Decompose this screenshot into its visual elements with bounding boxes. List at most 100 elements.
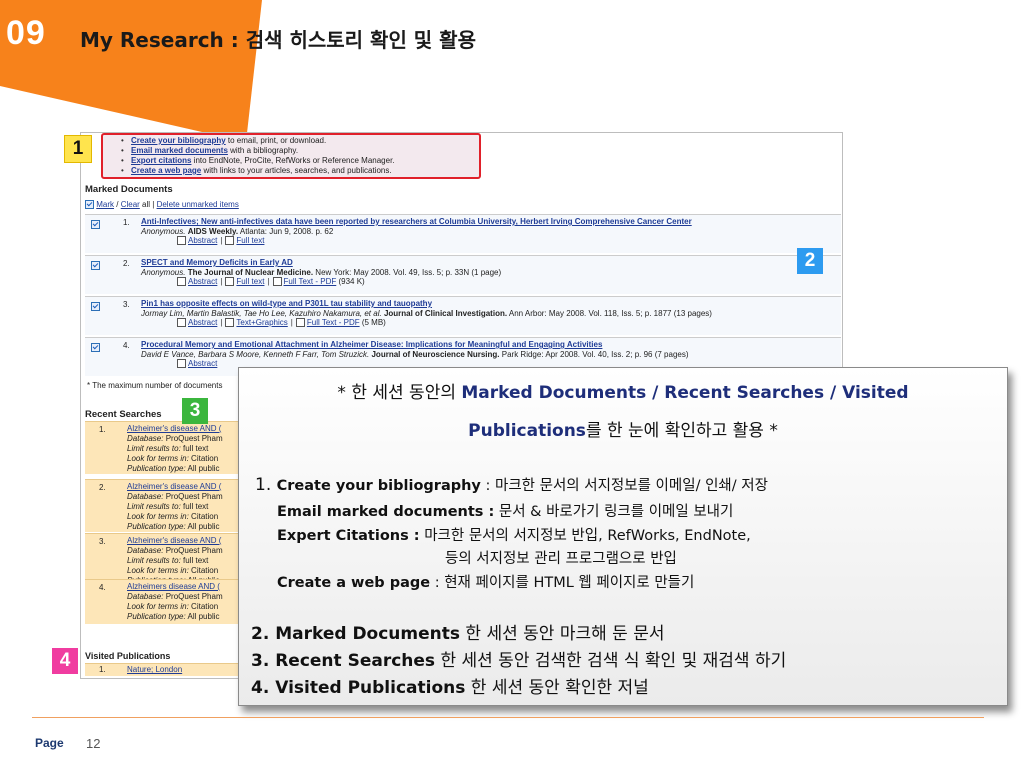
document-details: Ann Arbor: May 2008. Vol. 118, Iss. 5; p…: [507, 309, 712, 318]
label: Look for terms in:: [127, 602, 189, 611]
heading-bold: Publications: [468, 421, 586, 441]
max-documents-note: * The maximum number of documents: [87, 381, 223, 390]
full-text-pdf-link[interactable]: Full Text - PDF: [284, 277, 337, 286]
search-query-link[interactable]: Alzheimer's disease AND (: [127, 536, 221, 545]
full-text-link[interactable]: Full text: [236, 277, 264, 286]
document-journal: AIDS Weekly.: [187, 227, 239, 236]
badge-1: 1: [64, 135, 92, 163]
callout-item-1c: Expert Citations : 마크한 문서의 서지정보 반입, RefW…: [277, 524, 751, 545]
callout-item-1c-cont: 등의 서지정보 관리 프로그램으로 반입: [445, 551, 677, 567]
value: full text: [180, 502, 209, 511]
full-text-pdf-link[interactable]: Full Text - PDF: [307, 318, 360, 327]
document-title-link[interactable]: Pin1 has opposite effects on wild-type a…: [141, 299, 432, 308]
document-title-link[interactable]: Anti-Infectives; New anti-infectives dat…: [141, 217, 692, 226]
item-key: 3. Recent Searches: [251, 651, 436, 671]
abstract-link[interactable]: Abstract: [188, 277, 217, 286]
search-database: Database: ProQuest Pham: [127, 434, 223, 443]
value: ProQuest Pham: [163, 434, 223, 443]
abstract-link[interactable]: Abstract: [188, 359, 217, 368]
document-checkbox[interactable]: [91, 302, 100, 311]
callout-heading-line2: Publications를 한 눈에 확인하고 활용 *: [239, 416, 1007, 441]
visited-publication-link[interactable]: Nature; London: [127, 665, 182, 674]
label: Look for terms in:: [127, 566, 189, 575]
callout-item-1b: Email marked documents : 문서 & 바로가기 링크를 이…: [277, 500, 733, 521]
document-checkbox[interactable]: [91, 343, 100, 352]
search-terms: Look for terms in: Citation: [127, 454, 218, 463]
full-text-icon: [225, 236, 235, 246]
pdf-icon: [295, 318, 305, 328]
callout-heading-line1: * 한 세션 동안의 Marked Documents / Recent Sea…: [239, 378, 1007, 403]
search-limit: Limit results to: full text: [127, 556, 208, 565]
visited-publications-heading: Visited Publications: [85, 651, 171, 661]
value: Citation: [188, 454, 219, 463]
document-journal: Journal of Neuroscience Nursing.: [371, 350, 500, 359]
document-journal: The Journal of Nuclear Medicine.: [187, 268, 314, 277]
abstract-link[interactable]: Abstract: [188, 318, 217, 327]
clear-link[interactable]: Clear: [121, 200, 140, 209]
link-row: • Email marked documents with a bibliogra…: [121, 146, 299, 155]
visited-number: 1.: [99, 665, 106, 674]
document-authors: Anonymous.: [141, 227, 186, 236]
heading-text: * 한 세션 동안의: [337, 383, 462, 403]
export-citations-link[interactable]: Export citations: [131, 156, 191, 165]
link-description: with links to your articles, searches, a…: [201, 166, 392, 175]
all-label: all |: [139, 200, 157, 209]
callout-item-1d: Create a web page : 현재 페이지를 HTML 웹 페이지로 …: [277, 571, 694, 592]
document-details: Park Ridge: Apr 2008. Vol. 40, Iss. 2; p…: [499, 350, 689, 359]
recent-searches-heading: Recent Searches: [85, 409, 162, 420]
pdf-icon: [272, 277, 282, 287]
slide-title: My Research : 검색 히스토리 확인 및 활용: [80, 28, 476, 52]
abstract-icon: [177, 277, 186, 287]
value: ProQuest Pham: [163, 492, 223, 501]
document-checkbox[interactable]: [91, 261, 100, 270]
item-desc: 한 세션 동안 마크해 둔 문서: [460, 624, 665, 644]
callout-item-3: 3. Recent Searches 한 세션 동안 검색한 검색 식 확인 및…: [251, 646, 786, 671]
mark-link[interactable]: Mark: [96, 200, 114, 209]
document-title-link[interactable]: SPECT and Memory Deficits in Early AD: [141, 258, 293, 267]
badge-4: 4: [52, 648, 78, 674]
abstract-link[interactable]: Abstract: [188, 236, 217, 245]
abstract-icon: [177, 236, 186, 246]
document-links: Abstract: [177, 359, 217, 369]
value: Citation: [188, 602, 219, 611]
search-query-link[interactable]: Alzheimer's disease AND (: [127, 482, 221, 491]
search-limit: Limit results to: full text: [127, 444, 208, 453]
label: Limit results to:: [127, 556, 181, 565]
explanation-callout: * 한 세션 동안의 Marked Documents / Recent Sea…: [238, 367, 1008, 706]
marked-documents-heading: Marked Documents: [85, 184, 173, 195]
search-pub-type: Publication type: All public: [127, 522, 220, 531]
email-marked-documents-link[interactable]: Email marked documents: [131, 146, 228, 155]
item-key: 4. Visited Publications: [251, 678, 466, 698]
separator: /: [114, 200, 121, 209]
document-authors: Jormay Lim, Martin Balastik, Tae Ho Lee,…: [141, 309, 382, 318]
heading-bold: Marked Documents / Recent Searches / Vis…: [461, 383, 909, 403]
document-checkbox[interactable]: [91, 220, 100, 229]
text-graphics-link[interactable]: Text+Graphics: [236, 318, 287, 327]
badge-3: 3: [182, 398, 208, 424]
marked-document-row: 2. SPECT and Memory Deficits in Early AD…: [85, 255, 841, 294]
create-bibliography-link[interactable]: Create your bibliography: [131, 136, 226, 145]
document-number: 4.: [123, 341, 130, 350]
document-citation: Anonymous. The Journal of Nuclear Medici…: [141, 268, 501, 277]
label: Database:: [127, 492, 164, 501]
link-description: into EndNote, ProCite, RefWorks or Refer…: [191, 156, 395, 165]
search-terms: Look for terms in: Citation: [127, 566, 218, 575]
label: Look for terms in:: [127, 454, 189, 463]
value: Citation: [188, 566, 219, 575]
link-row: • Create a web page with links to your ar…: [121, 166, 392, 175]
search-query-link[interactable]: Alzheimers disease AND (: [127, 582, 220, 591]
document-title-link[interactable]: Procedural Memory and Emotional Attachme…: [141, 340, 602, 349]
create-web-page-link[interactable]: Create a web page: [131, 166, 201, 175]
delete-unmarked-link[interactable]: Delete unmarked items: [157, 200, 239, 209]
full-text-link[interactable]: Full text: [236, 236, 264, 245]
link-row: • Create your bibliography to email, prin…: [121, 136, 327, 145]
link-description: with a bibliography.: [227, 146, 299, 155]
document-links: Abstract | Full text | Full Text - PDF (934 …: [177, 277, 365, 287]
link-row: • Export citations into EndNote, ProCite,…: [121, 156, 395, 165]
badge-2: 2: [797, 248, 823, 274]
search-query-link[interactable]: Alzheimer's disease AND (: [127, 424, 221, 433]
mark-all-checkbox[interactable]: [85, 200, 94, 210]
label: Limit results to:: [127, 502, 181, 511]
pdf-size: (934 K): [336, 277, 365, 286]
callout-item-4: 4. Visited Publications 한 세션 동안 확인한 저널: [251, 673, 649, 698]
